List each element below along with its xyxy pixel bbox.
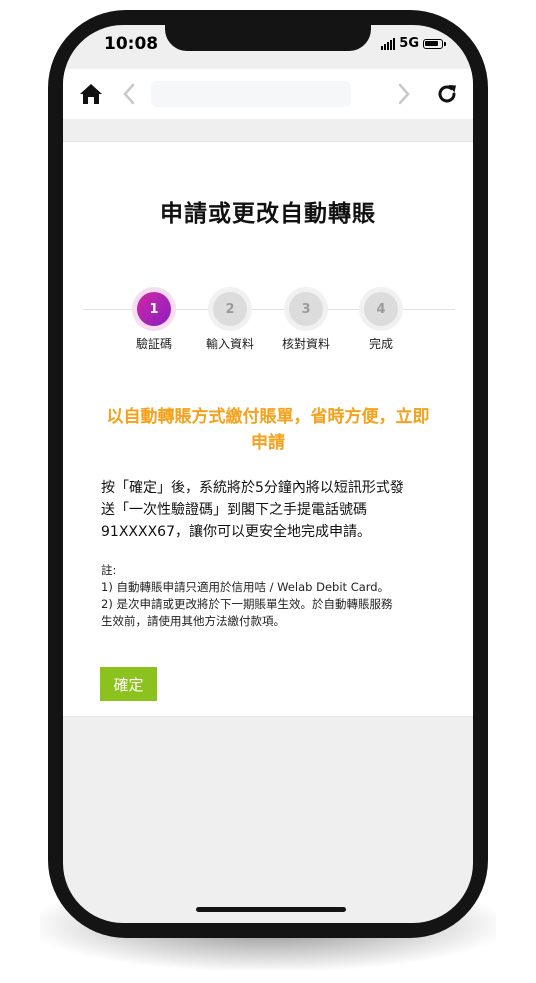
promo-heading: 以自動轉賬方式繳付賬單，省時方便，立即 申請: [83, 404, 453, 456]
notes-section: 註: 1) 自動轉賬申請只適用於信用咭 / Welab Debit Card。 …: [101, 562, 451, 630]
step-1-label: 驗証碼: [135, 337, 172, 351]
step-2: 2 輸入資料: [195, 287, 265, 352]
step-2-label: 輸入資料: [205, 337, 254, 351]
step-3-number: 3: [289, 292, 323, 326]
note-2-line-1: 2) 是次申請或更改將於下一期賬單生效。於自動轉賬服務: [101, 597, 393, 611]
step-3: 3 核對資料: [271, 287, 341, 352]
notch: [165, 25, 371, 51]
back-icon[interactable]: [121, 82, 137, 110]
browser-nav-bar: [63, 69, 473, 119]
note-1: 1) 自動轉賬申請只適用於信用咭 / Welab Debit Card。: [101, 580, 390, 594]
step-4-label: 完成: [368, 337, 393, 351]
step-2-number: 2: [213, 292, 247, 326]
forward-icon[interactable]: [396, 82, 412, 110]
status-icons: 5G: [381, 36, 446, 51]
instruction-line-3: 91XXXX67，讓你可以更安全地完成申請。: [101, 524, 371, 540]
nav-separator: [63, 119, 473, 141]
home-icon[interactable]: [78, 82, 104, 110]
instruction-text: 按「確定」後，系統將於5分鐘內將以短訊形式發 送「一次性驗證碼」到閣下之手提電話…: [101, 477, 441, 543]
instruction-line-2: 送「一次性驗證碼」到閣下之手提電話號碼: [101, 502, 367, 518]
content-card: 申請或更改自動轉賬 1 驗証碼 2 輸入資料 3 核對資料 4 完成 以自動轉賬…: [63, 141, 473, 717]
step-4: 4 完成: [346, 287, 416, 352]
refresh-icon[interactable]: [435, 82, 459, 110]
status-time: 10:08: [104, 34, 159, 54]
confirm-button[interactable]: 確定: [100, 667, 157, 701]
instruction-line-1: 按「確定」後，系統將於5分鐘內將以短訊形式發: [101, 480, 404, 496]
step-1-number: 1: [137, 292, 171, 326]
step-1: 1 驗証碼: [119, 287, 189, 352]
progress-stepper: 1 驗証碼 2 輸入資料 3 核對資料 4 完成: [63, 287, 473, 367]
network-type: 5G: [399, 36, 419, 51]
page-title: 申請或更改自動轉賬: [160, 201, 376, 227]
promo-line-1: 以自動轉賬方式繳付賬單，省時方便，立即: [106, 407, 430, 427]
address-bar[interactable]: [151, 81, 351, 107]
step-4-number: 4: [364, 292, 398, 326]
promo-line-2: 申請: [251, 433, 285, 453]
home-indicator[interactable]: [196, 907, 346, 912]
battery-icon: [423, 38, 446, 49]
notes-heading: 註:: [101, 563, 117, 577]
phone-screen: 10:08 5G 申請或更改自動轉賬 1 驗証碼 2 輸入資料 3 核對資料 4…: [63, 25, 473, 923]
signal-icon: [381, 37, 396, 50]
step-3-label: 核對資料: [281, 337, 330, 351]
note-2-line-2: 生效前，請使用其他方法繳付款項。: [101, 614, 285, 628]
